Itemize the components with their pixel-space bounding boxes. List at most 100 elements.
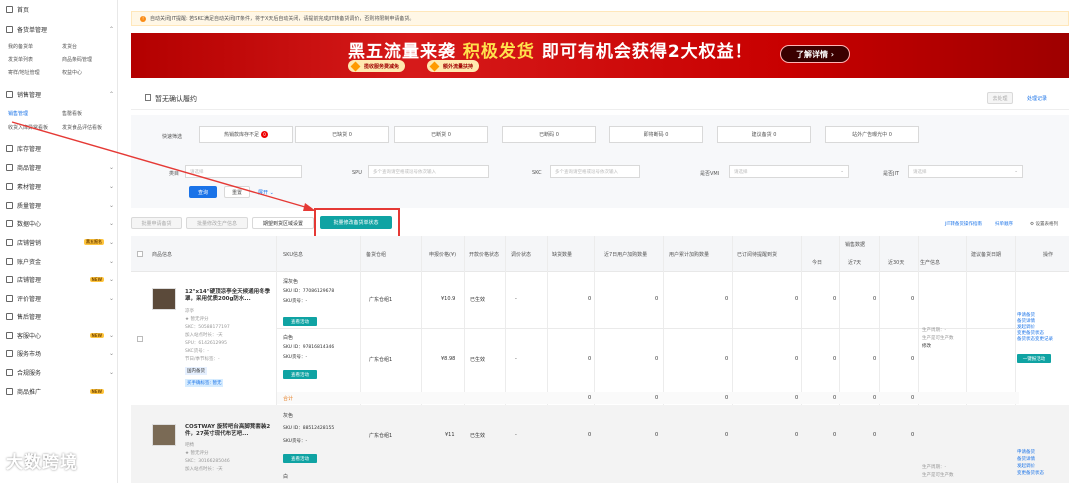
product-title[interactable]: COSTWAY 旋转吧台高脚凳套装2件，27英寸现代布艺吧... bbox=[185, 424, 273, 438]
modify-production-link[interactable]: 修改 bbox=[922, 343, 931, 349]
view-activity-button[interactable]: 查看活动 bbox=[283, 454, 317, 463]
product-image bbox=[152, 288, 176, 310]
sidebar-section-sales[interactable]: 销售管理 ⌃ bbox=[0, 87, 118, 101]
header-sales: 销售数据 bbox=[845, 242, 866, 248]
reset-button[interactable]: 重置 bbox=[224, 186, 250, 198]
chart-icon bbox=[6, 90, 13, 98]
megaphone-icon bbox=[6, 238, 13, 246]
expected-region-button[interactable]: 期望到货区域设置 bbox=[252, 217, 314, 229]
sidebar-sub-ship-list[interactable]: 发货单列表 bbox=[8, 56, 33, 63]
sidebar-sub-food-board[interactable]: 发货食品评估看板 bbox=[62, 124, 102, 131]
process-button[interactable]: 去处理 bbox=[987, 92, 1013, 104]
expand-link[interactable]: 展开 ⌄ bbox=[258, 189, 274, 196]
domestic-tag: 国内备货 bbox=[185, 367, 207, 375]
sidebar-item-market[interactable]: 服务市场 ⌄ bbox=[0, 346, 118, 360]
sidebar-item-shop[interactable]: 店铺管理 NEW ⌄ bbox=[0, 272, 118, 286]
sidebar-sub-sales-manage[interactable]: 销售管理 bbox=[8, 110, 28, 117]
chevron-down-icon: ⌄ bbox=[108, 257, 114, 265]
fulfillment-panel: 暂无确认履约 去处理 处理记录 bbox=[131, 86, 1069, 110]
header-price[interactable]: 申报价格(¥) bbox=[429, 251, 456, 258]
skc-label: SKC bbox=[532, 170, 542, 176]
sidebar: 首页 备货单管理 ⌃ 我的备货单 发货台 发货单列表 商品条码管理 寄样/地址管理… bbox=[0, 0, 118, 483]
header-adjust-state: 调价状态 bbox=[511, 252, 532, 258]
spu-input[interactable]: 多个查询请空格或逗号依次输入 bbox=[368, 165, 489, 178]
stock-table: 商品信息 SKU信息 备货仓组 申报价格(¥) 开款价格状态 调价状态 缺货数量… bbox=[131, 236, 1069, 483]
home-icon bbox=[6, 5, 13, 13]
quick-filter-suggest[interactable]: 建议备货 0 bbox=[717, 126, 811, 143]
header-operations: 操作 bbox=[1043, 252, 1054, 258]
sidebar-item-quality[interactable]: 质量管理 ⌄ bbox=[0, 198, 118, 212]
header-7d[interactable]: 近7天 bbox=[848, 259, 861, 266]
promo-badge: 黑五报名 bbox=[84, 239, 104, 245]
op-state-log[interactable]: 备货状态变更记录 bbox=[1017, 337, 1053, 343]
jit-select[interactable]: 请选择 ⌄ bbox=[908, 165, 1023, 178]
sidebar-sub-sample[interactable]: 寄样/地址管理 bbox=[8, 69, 40, 76]
banner-pill-fee: 揽收服务费减免 bbox=[348, 60, 406, 72]
header-shortage: 缺货数量 bbox=[552, 252, 573, 258]
sidebar-section-stock-order[interactable]: 备货单管理 ⌃ bbox=[0, 22, 118, 36]
quick-filter-out-of-stock[interactable]: 已缺货 0 bbox=[295, 126, 389, 143]
table-header bbox=[131, 236, 1069, 272]
sidebar-item-products[interactable]: 商品管理 ⌄ bbox=[0, 160, 118, 174]
one-click-activity-button[interactable]: 一键报活动 bbox=[1017, 354, 1051, 363]
chevron-up-icon: ⌃ bbox=[108, 25, 114, 33]
query-button[interactable]: 查询 bbox=[189, 186, 217, 198]
product-title[interactable]: 12"x14"硬顶凉亭全天候通用冬季罩，采用优质200g防水... bbox=[185, 289, 273, 303]
quick-filter-label: 快速筛选 bbox=[162, 134, 183, 140]
sidebar-item-marketing[interactable]: 店铺营销 黑五报名 ⌄ bbox=[0, 235, 118, 249]
quick-filter-ads[interactable]: 站外广告曝光中 0 bbox=[825, 126, 919, 143]
records-link[interactable]: 处理记录 bbox=[1027, 95, 1047, 102]
quick-filter-size-break[interactable]: 已断码 0 bbox=[502, 126, 596, 143]
box-icon bbox=[6, 144, 13, 152]
quick-filter-sold-out[interactable]: 已断货 0 bbox=[394, 126, 488, 143]
batch-apply-button[interactable]: 批量申请备货 bbox=[131, 217, 182, 229]
sidebar-sub-receive-board[interactable]: 收货入库异常看板 bbox=[8, 124, 48, 131]
sidebar-item-compliance[interactable]: 合规服务 ⌄ bbox=[0, 365, 118, 379]
chevron-down-icon: ⌄ bbox=[108, 331, 114, 339]
skc-input[interactable]: 多个查询请空格或逗号依次输入 bbox=[550, 165, 640, 178]
grid-icon bbox=[6, 349, 13, 357]
op-apply-stock[interactable]: 申请备货 bbox=[1017, 450, 1035, 456]
rocket-icon bbox=[6, 387, 13, 395]
shield-icon bbox=[6, 201, 13, 209]
view-activity-button[interactable]: 查看活动 bbox=[283, 317, 317, 326]
vmi-select[interactable]: 请选择 ⌄ bbox=[729, 165, 849, 178]
select-all-checkbox[interactable] bbox=[137, 251, 143, 257]
sidebar-sub-my-orders[interactable]: 我的备货单 bbox=[8, 43, 33, 50]
header-cart-total[interactable]: 用户累计加购数量 bbox=[669, 251, 709, 258]
watermark-logo: 大数跨境 bbox=[6, 453, 78, 473]
column-settings-link[interactable]: ⚙ 设置表格列 bbox=[1030, 221, 1058, 227]
sidebar-item-promotion[interactable]: 商品推广 NEW bbox=[0, 384, 118, 398]
header-30d[interactable]: 近30天 bbox=[888, 259, 904, 266]
sidebar-sub-soldout-board[interactable]: 售罄看板 bbox=[62, 110, 82, 117]
promo-banner[interactable]: 黑五流量来袭 积极发货 即可有机会获得2大权益！ 揽收服务费减免 额外流量扶持 … bbox=[131, 33, 1069, 78]
op-adjust-price[interactable]: 发起调价 bbox=[1017, 464, 1035, 470]
sidebar-item-reviews[interactable]: 评价管理 ⌄ bbox=[0, 291, 118, 305]
quick-filter-soon-break[interactable]: 即将断码 0 bbox=[609, 126, 703, 143]
jit-guide-link[interactable]: JIT转备货操作指南 bbox=[945, 221, 982, 227]
quick-filter-hot-low-stock[interactable]: 热销款库存不足 0 bbox=[199, 126, 293, 143]
op-change-state[interactable]: 变更备货状态 bbox=[1017, 471, 1044, 477]
learn-more-button[interactable]: 了解详情 › bbox=[780, 45, 850, 63]
chevron-up-icon: ⌃ bbox=[108, 90, 114, 98]
header-subscribed[interactable]: 已订阅待提醒到货 bbox=[737, 251, 777, 258]
sidebar-item-service[interactable]: 客服中心 NEW ⌄ bbox=[0, 328, 118, 342]
op-stock-detail[interactable]: 备货详情 bbox=[1017, 457, 1035, 463]
sort-link[interactable]: 扫单顺序 bbox=[995, 221, 1013, 227]
sidebar-sub-barcode[interactable]: 商品条码管理 bbox=[62, 56, 92, 63]
gem-icon bbox=[350, 61, 361, 71]
sidebar-item-inventory[interactable]: 库存管理 bbox=[0, 141, 118, 155]
sidebar-item-data[interactable]: 数据中心 ⌄ bbox=[0, 216, 118, 230]
view-activity-button[interactable]: 查看活动 bbox=[283, 370, 317, 379]
batch-modify-production-button[interactable]: 批量修改生产信息 bbox=[186, 217, 248, 229]
sidebar-item-aftersale[interactable]: 售后管理 bbox=[0, 309, 118, 323]
row-checkbox[interactable] bbox=[137, 336, 143, 342]
header-today[interactable]: 今日 bbox=[812, 259, 822, 266]
sidebar-sub-rights[interactable]: 权益中心 bbox=[62, 69, 82, 76]
sidebar-sub-ship-desk[interactable]: 发货台 bbox=[62, 43, 77, 50]
sidebar-item-funds[interactable]: 账户资金 ⌄ bbox=[0, 254, 118, 268]
sidebar-item-materials[interactable]: 素材管理 ⌄ bbox=[0, 179, 118, 193]
sidebar-item-home[interactable]: 首页 bbox=[0, 2, 118, 16]
category-select[interactable]: 请选择 bbox=[185, 165, 302, 178]
header-cart-7d[interactable]: 近7日用户加购数量 bbox=[604, 251, 647, 258]
